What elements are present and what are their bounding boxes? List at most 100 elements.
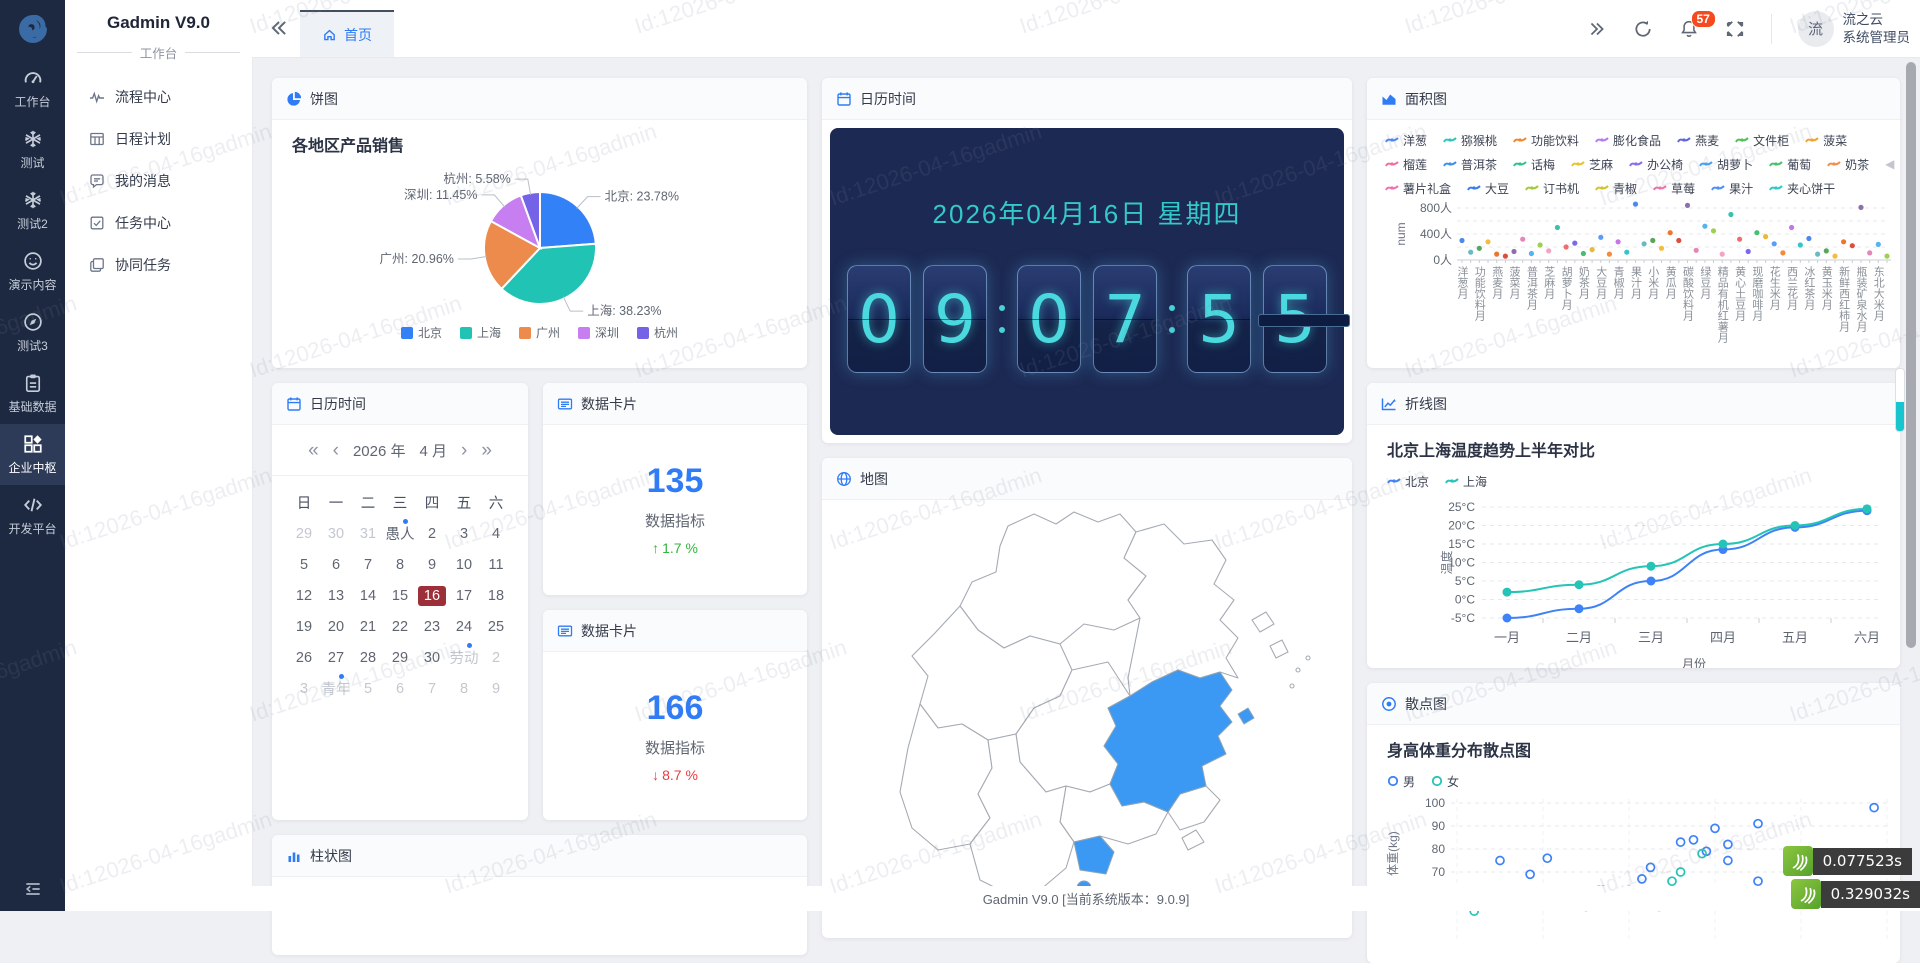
- rail-collapse-icon[interactable]: [0, 879, 65, 899]
- pie-slice[interactable]: [540, 192, 596, 248]
- data-point[interactable]: [1642, 241, 1647, 246]
- legend-item[interactable]: 膨化食品: [1595, 132, 1661, 149]
- data-point[interactable]: [1590, 247, 1595, 252]
- data-point[interactable]: [1746, 249, 1751, 254]
- calendar-next-month-button[interactable]: ›: [461, 441, 467, 460]
- data-point[interactable]: [1850, 243, 1855, 248]
- data-point[interactable]: [1711, 228, 1716, 233]
- data-point[interactable]: [1459, 238, 1464, 243]
- legend-item[interactable]: 芝麻: [1571, 156, 1613, 173]
- legend-item[interactable]: 榴莲: [1385, 156, 1427, 173]
- legend-item[interactable]: 燕麦: [1677, 132, 1719, 149]
- calendar-day[interactable]: 17: [448, 580, 480, 611]
- rail-item-2[interactable]: 测试2: [0, 180, 65, 241]
- calendar-day[interactable]: 24: [448, 611, 480, 642]
- data-point[interactable]: [1789, 225, 1794, 230]
- calendar-day[interactable]: 10: [448, 549, 480, 580]
- data-point[interactable]: [1724, 840, 1732, 848]
- menu-item-2[interactable]: 我的消息: [65, 160, 252, 202]
- data-point[interactable]: [1720, 252, 1725, 257]
- fullscreen-icon[interactable]: [1725, 19, 1745, 39]
- data-point[interactable]: [1598, 235, 1603, 240]
- data-point[interactable]: [1647, 562, 1656, 571]
- data-point[interactable]: [1616, 239, 1621, 244]
- calendar-day[interactable]: 29: [384, 642, 416, 673]
- legend-item[interactable]: 胡萝卜: [1699, 156, 1753, 173]
- calendar-day[interactable]: 23: [416, 611, 448, 642]
- calendar-day[interactable]: 7: [416, 673, 448, 704]
- legend-item[interactable]: 葡萄: [1769, 156, 1811, 173]
- calendar-day[interactable]: 25: [480, 611, 512, 642]
- rail-item-5[interactable]: 基础数据: [0, 363, 65, 424]
- calendar-day[interactable]: 愚人: [384, 518, 416, 549]
- legend-item[interactable]: 猕猴桃: [1443, 132, 1497, 149]
- data-point[interactable]: [1863, 504, 1872, 513]
- data-point[interactable]: [1763, 234, 1768, 239]
- calendar-day[interactable]: 7: [352, 549, 384, 580]
- calendar-day[interactable]: 2: [416, 518, 448, 549]
- data-point[interactable]: [1607, 252, 1612, 257]
- calendar-day[interactable]: 劳动: [448, 642, 480, 673]
- data-point[interactable]: [1638, 875, 1646, 883]
- legend-item[interactable]: 薯片礼盒: [1385, 180, 1451, 197]
- legend-item[interactable]: 普洱茶: [1443, 156, 1497, 173]
- legend-item[interactable]: 文件柜: [1735, 132, 1789, 149]
- calendar-day[interactable]: 26: [288, 642, 320, 673]
- calendar-day[interactable]: 31: [352, 518, 384, 549]
- calendar-day[interactable]: 28: [352, 642, 384, 673]
- calendar-prev-month-button[interactable]: ‹: [333, 441, 339, 460]
- rail-item-6[interactable]: 企业中枢: [0, 424, 65, 485]
- calendar-day[interactable]: 6: [384, 673, 416, 704]
- calendar-day[interactable]: 3: [288, 673, 320, 704]
- calendar-day[interactable]: 8: [448, 673, 480, 704]
- legend-item[interactable]: 深圳: [578, 324, 619, 341]
- data-point[interactable]: [1572, 241, 1577, 246]
- data-point[interactable]: [1543, 854, 1551, 862]
- data-point[interactable]: [1815, 252, 1820, 257]
- legend-item[interactable]: 上海: [1445, 473, 1487, 490]
- data-point[interactable]: [1806, 236, 1811, 241]
- calendar-day[interactable]: 21: [352, 611, 384, 642]
- legend-item[interactable]: 女: [1431, 773, 1459, 790]
- data-point[interactable]: [1575, 604, 1584, 613]
- data-point[interactable]: [1647, 577, 1656, 586]
- data-point[interactable]: [1650, 238, 1655, 243]
- data-point[interactable]: [1668, 230, 1673, 235]
- data-point[interactable]: [1832, 254, 1837, 259]
- menu-item-3[interactable]: 任务中心: [65, 202, 252, 244]
- legend-item[interactable]: 杭州: [637, 324, 678, 341]
- data-point[interactable]: [1503, 588, 1512, 597]
- user-menu[interactable]: 流 流之云 系统管理员: [1798, 11, 1911, 47]
- data-point[interactable]: [1538, 242, 1543, 247]
- data-point[interactable]: [1503, 254, 1508, 259]
- refresh-icon[interactable]: [1633, 19, 1653, 39]
- calendar-day[interactable]: 20: [320, 611, 352, 642]
- data-point[interactable]: [1719, 540, 1728, 549]
- calendar-day[interactable]: 2: [480, 642, 512, 673]
- data-point[interactable]: [1581, 251, 1586, 256]
- legend-item[interactable]: 北京: [1387, 473, 1429, 490]
- app-logo[interactable]: [0, 0, 65, 58]
- data-point[interactable]: [1526, 870, 1534, 878]
- calendar-day[interactable]: 13: [320, 580, 352, 611]
- area-chart[interactable]: 0人400人800人num洋葱月功能饮料月燕麦月菠菜月普洱茶月芝麻月胡萝卜月奶茶…: [1367, 200, 1900, 368]
- legend-item[interactable]: 北京: [401, 324, 442, 341]
- data-point[interactable]: [1529, 251, 1534, 256]
- calendar-day[interactable]: 22: [384, 611, 416, 642]
- data-point[interactable]: [1555, 225, 1560, 230]
- data-point[interactable]: [1884, 254, 1889, 259]
- data-point[interactable]: [1724, 857, 1732, 865]
- calendar-day[interactable]: 27: [320, 642, 352, 673]
- legend-item[interactable]: 大豆: [1467, 180, 1509, 197]
- calendar-day[interactable]: 14: [352, 580, 384, 611]
- data-point[interactable]: [1477, 246, 1482, 251]
- legend-item[interactable]: 洋葱: [1385, 132, 1427, 149]
- menu-item-0[interactable]: 流程中心: [65, 76, 252, 118]
- legend-item[interactable]: 话梅: [1513, 156, 1555, 173]
- legend-item[interactable]: 办公椅: [1629, 156, 1683, 173]
- data-point[interactable]: [1737, 237, 1742, 242]
- legend-item[interactable]: 功能饮料: [1513, 132, 1579, 149]
- legend-item[interactable]: 青椒: [1595, 180, 1637, 197]
- data-point[interactable]: [1876, 242, 1881, 247]
- data-point[interactable]: [1690, 836, 1698, 844]
